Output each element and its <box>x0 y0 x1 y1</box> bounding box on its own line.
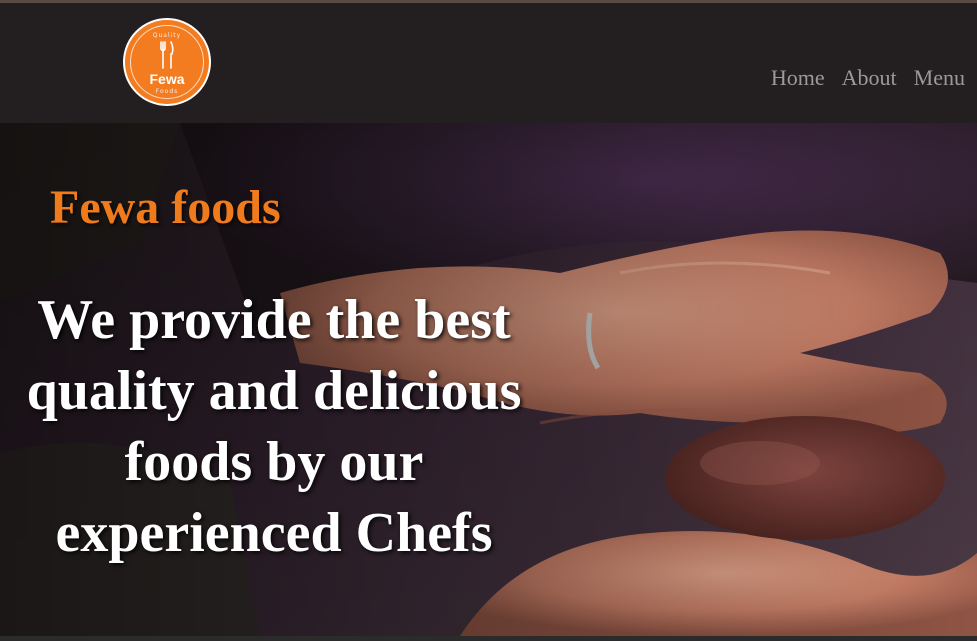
logo-top-text: Quality <box>152 32 182 39</box>
hero-brand-title: Fewa foods <box>50 181 281 234</box>
nav-home-link[interactable]: Home <box>771 65 825 90</box>
tagline-line: experienced Chefs <box>55 502 493 564</box>
tagline-line: We provide the best <box>37 289 511 351</box>
fewa-logo[interactable]: Quality Fewa Foods <box>123 18 211 106</box>
logo-bottom-text: Foods <box>155 88 179 95</box>
hero-banner: Fewa foods We provide the best quality a… <box>0 123 977 636</box>
main-nav: Home About Menu <box>754 65 965 91</box>
fork-knife-icon <box>160 41 174 69</box>
tagline-line: quality and delicious <box>26 360 522 422</box>
site-header: Quality Fewa Foods Home About Menu <box>0 3 977 123</box>
tagline-line: foods by our <box>124 431 424 493</box>
nav-menu-link[interactable]: Menu <box>914 65 965 90</box>
nav-about-link[interactable]: About <box>842 65 897 90</box>
logo-name: Fewa <box>149 71 185 87</box>
hero-tagline: We provide the best quality and deliciou… <box>0 285 548 569</box>
bottom-strip <box>0 636 977 641</box>
